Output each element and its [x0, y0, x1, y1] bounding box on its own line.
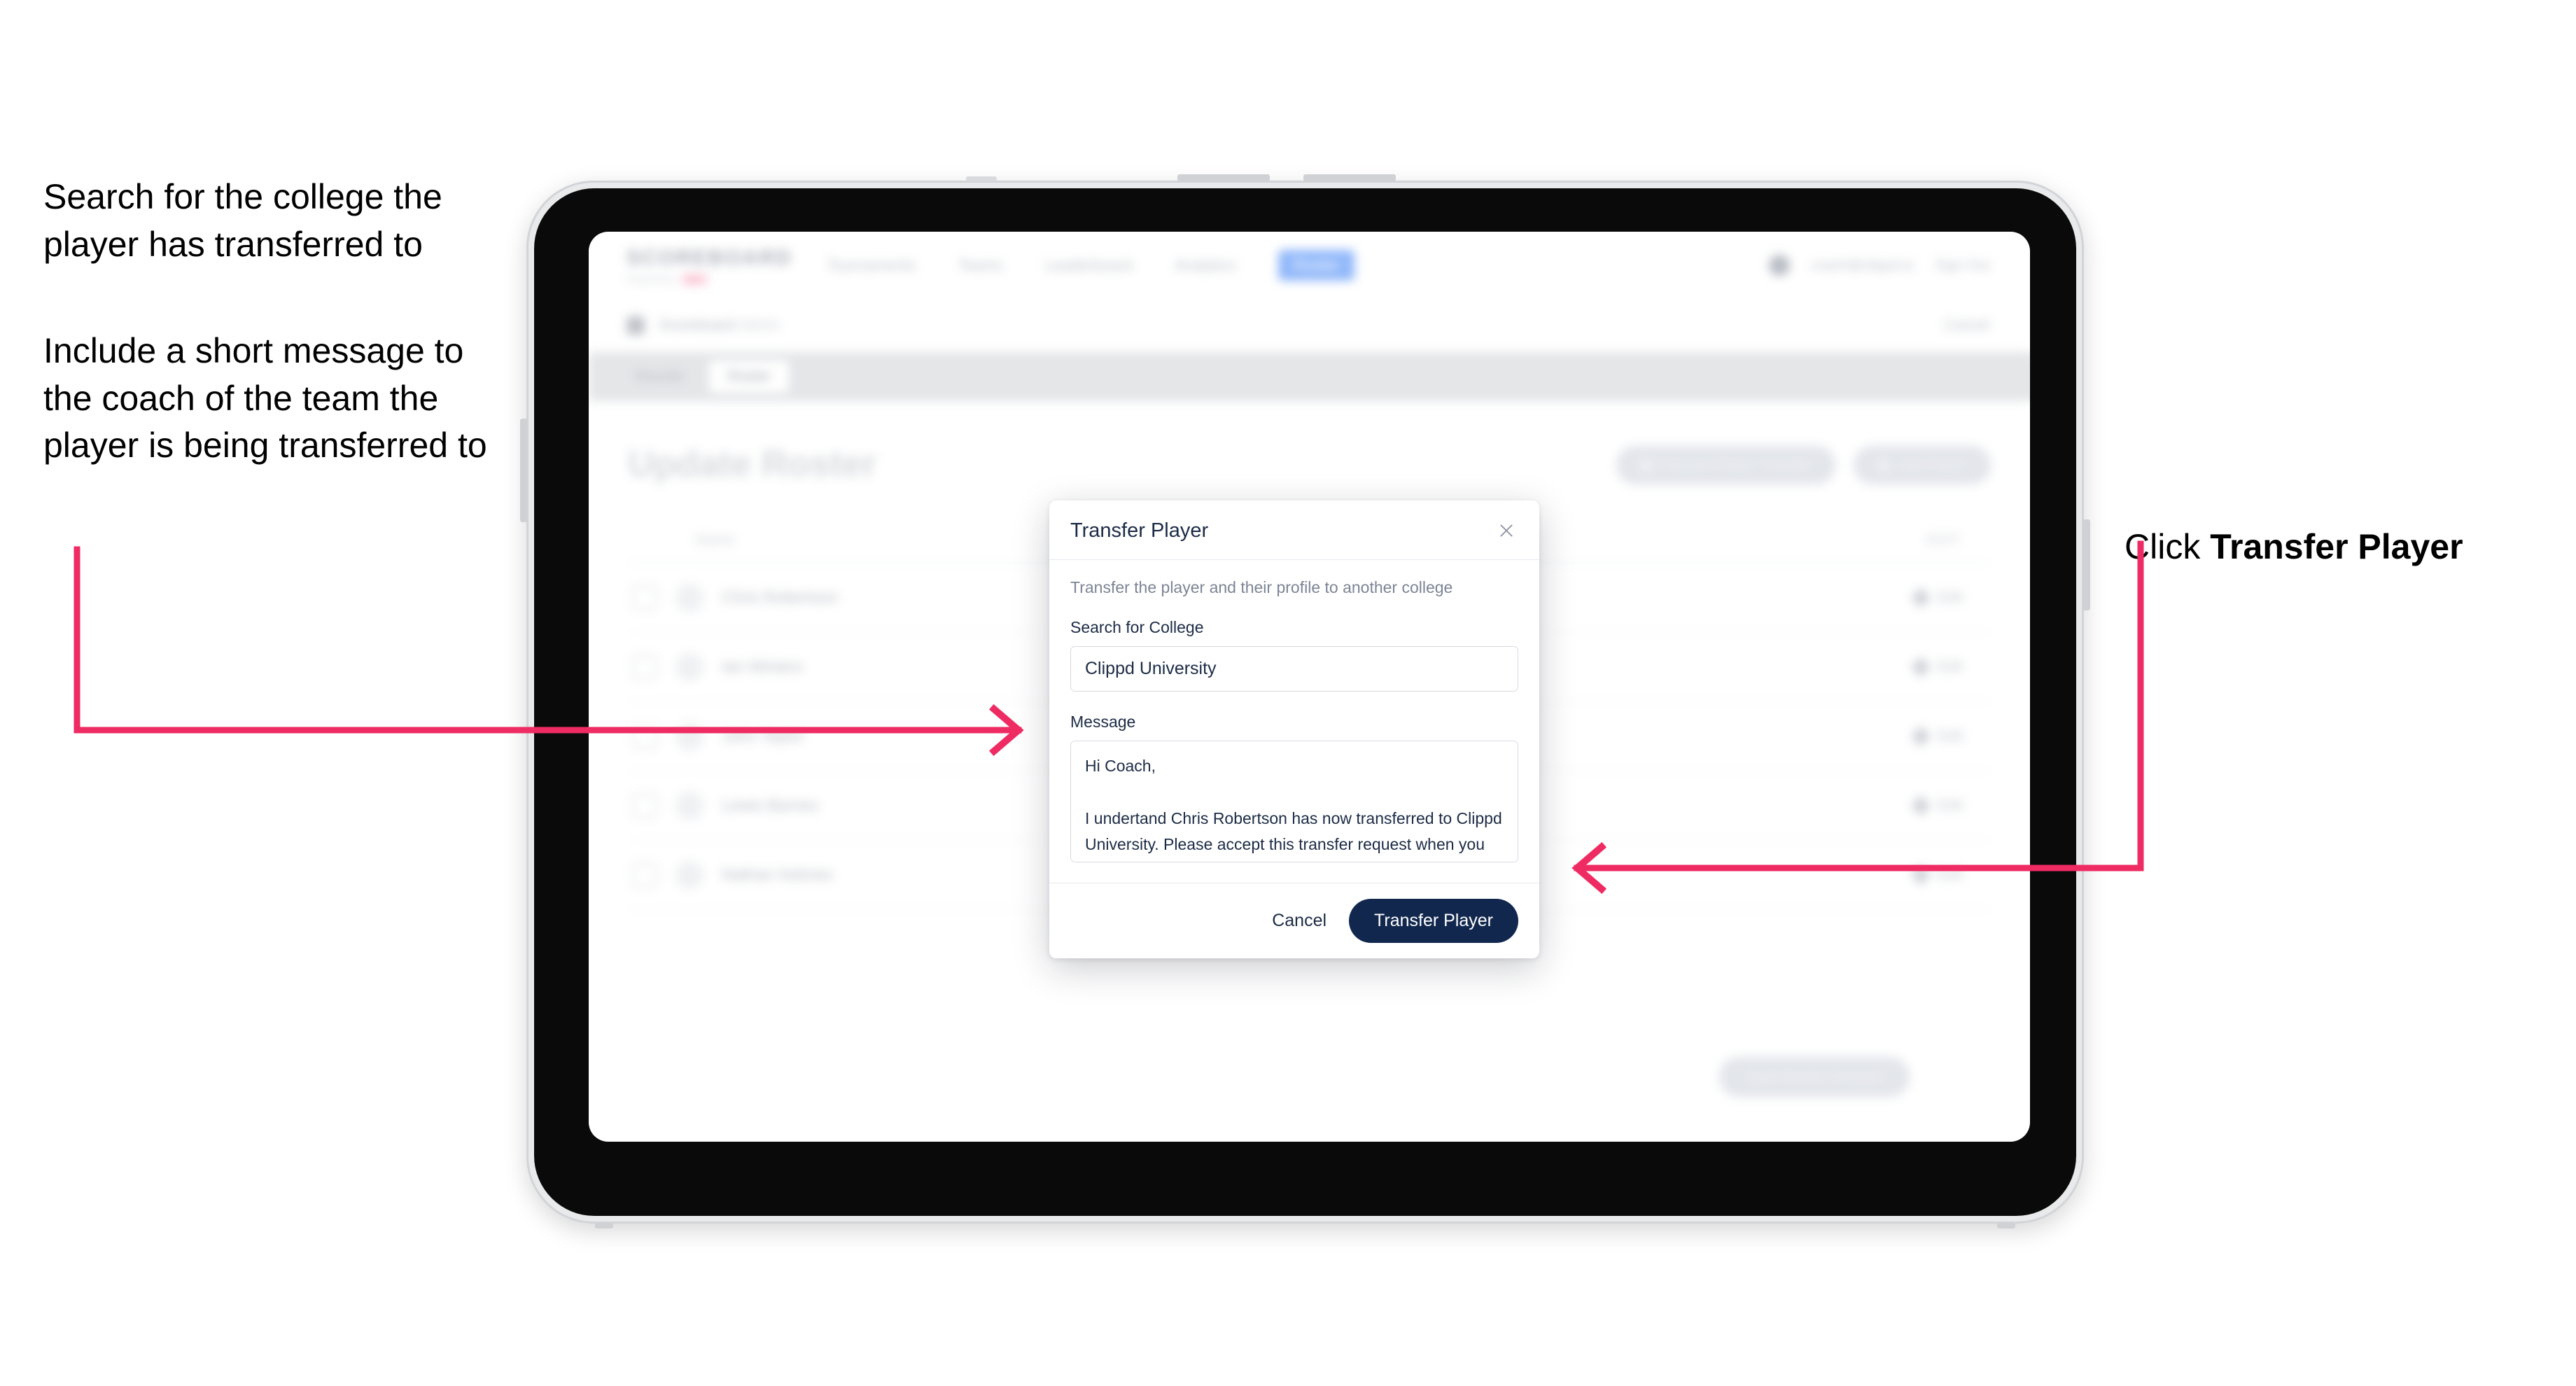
pencil-icon	[1910, 657, 1931, 677]
tablet-volume-up-button[interactable]	[1177, 174, 1270, 181]
plus-icon	[1877, 458, 1891, 472]
edit-player-button[interactable]: Edit	[1910, 864, 1963, 885]
row-checkbox[interactable]	[632, 654, 657, 680]
player-name: John Taylor	[722, 727, 804, 745]
dialog-header: Transfer Player	[1049, 500, 1539, 560]
logo-powered-by: Powered by	[626, 274, 675, 284]
breadcrumb: Scoreboard Admin	[659, 317, 780, 334]
breadcrumb-sub-label: Admin	[738, 317, 780, 333]
tablet-volume-down-button[interactable]	[1303, 174, 1396, 181]
edit-player-button[interactable]: Edit	[1910, 726, 1963, 746]
cancel-button[interactable]: Cancel	[1268, 904, 1331, 938]
nav-link-leaderboard[interactable]: Leaderboard	[1045, 256, 1133, 274]
player-name: Ian Winters	[722, 657, 804, 676]
pencil-icon	[1910, 726, 1931, 746]
add-player-label: Add Player	[1898, 457, 1967, 472]
annotation-click-prefix: Click	[2124, 526, 2211, 566]
user-email: coach@clippd.io	[1811, 257, 1914, 273]
row-checkbox[interactable]	[632, 584, 657, 610]
annotation-click-transfer: Click Transfer Player	[2124, 476, 2544, 570]
dialog-footer: Cancel Transfer Player	[1049, 883, 1539, 958]
save-roster-changes-button[interactable]: Save Roster Changes	[1719, 1057, 1910, 1097]
logo-beta-badge: beta	[680, 273, 709, 285]
annotation-search-college: Search for the college the player has tr…	[43, 177, 442, 264]
nav-links: Tournaments Teams Leaderboard Analytics …	[827, 250, 1354, 281]
close-icon[interactable]	[1494, 519, 1518, 542]
add-player-button[interactable]: Add Player	[1854, 446, 1991, 484]
tab-results[interactable]: Results	[617, 360, 702, 393]
search-college-input[interactable]	[1070, 646, 1518, 692]
nav-right-cluster: coach@clippd.io Sign Out	[1769, 255, 1989, 276]
column-header-edit: EDIT	[1926, 532, 1960, 548]
sign-out-link[interactable]: Sign Out	[1935, 258, 1989, 274]
edit-label: Edit	[1937, 658, 1963, 675]
player-name: Chris Robertson	[722, 588, 839, 606]
breadcrumb-label[interactable]: Scoreboard	[659, 317, 735, 333]
avatar	[676, 791, 704, 820]
tablet-bottom-nub-left	[595, 1223, 613, 1228]
avatar	[676, 722, 704, 750]
page-title: Update Roster	[628, 444, 877, 484]
edit-label: Edit	[1937, 866, 1963, 883]
request-player-transfer-label: Request Player Transfer	[1660, 457, 1812, 472]
dialog-subtitle: Transfer the player and their profile to…	[1070, 578, 1453, 596]
edit-player-button[interactable]: Edit	[1910, 795, 1963, 816]
breadcrumb-cancel-link[interactable]: Cancel	[1944, 317, 1989, 334]
row-checkbox[interactable]	[632, 723, 657, 749]
pencil-icon	[1910, 795, 1931, 816]
pencil-icon	[1910, 587, 1931, 608]
edit-label: Edit	[1937, 797, 1963, 813]
avatar	[676, 652, 704, 681]
message-label: Message	[1070, 713, 1136, 731]
dialog-title: Transfer Player	[1070, 519, 1209, 542]
nav-link-analytics[interactable]: Analytics	[1175, 256, 1236, 274]
dialog-body: Transfer the player and their profile to…	[1049, 560, 1539, 883]
tablet-power-button[interactable]	[520, 419, 527, 522]
request-player-transfer-button[interactable]: Request Player Transfer	[1616, 446, 1836, 484]
edit-label: Edit	[1937, 589, 1963, 606]
tablet-antenna-nub	[966, 176, 997, 181]
avatar	[676, 860, 704, 889]
transfer-player-dialog: Transfer Player Transfer the player and …	[1049, 500, 1539, 958]
row-checkbox[interactable]	[632, 792, 657, 818]
tablet-side-button[interactable]	[2083, 519, 2090, 610]
transfer-player-button[interactable]: Transfer Player	[1349, 899, 1518, 943]
annotation-include-message: Include a short message to the coach of …	[43, 331, 487, 465]
logo-text: SCOREBOARD	[626, 246, 792, 270]
breadcrumb-home-icon	[626, 316, 645, 335]
row-checkbox[interactable]	[632, 862, 657, 888]
tablet-bottom-nub-right	[1997, 1223, 2015, 1228]
player-name: Nathan Holmes	[722, 865, 833, 883]
annotation-click-target: Transfer Player	[2210, 526, 2463, 566]
tab-bar: Results Roster	[589, 352, 2030, 401]
player-name: Lewis Barnes	[722, 796, 819, 814]
avatar	[676, 583, 704, 612]
app-logo[interactable]: SCOREBOARD Powered by beta	[626, 246, 792, 285]
nav-link-tournaments[interactable]: Tournaments	[827, 256, 916, 274]
avatar[interactable]	[1769, 255, 1791, 276]
transfer-icon	[1639, 458, 1653, 472]
top-navigation-bar: SCOREBOARD Powered by beta Tournaments T…	[589, 232, 2030, 300]
logo-subtext: Powered by beta	[626, 273, 774, 285]
header-action-buttons: Request Player Transfer Add Player	[1616, 446, 1991, 484]
nav-link-roster[interactable]: Roster	[1278, 250, 1354, 281]
tab-roster[interactable]: Roster	[709, 360, 789, 393]
message-textarea[interactable]	[1070, 741, 1518, 862]
breadcrumb-bar: Scoreboard Admin Cancel	[589, 299, 2030, 354]
edit-player-button[interactable]: Edit	[1910, 657, 1963, 677]
pencil-icon	[1910, 864, 1931, 885]
edit-player-button[interactable]: Edit	[1910, 587, 1963, 608]
search-college-label: Search for College	[1070, 618, 1204, 636]
edit-label: Edit	[1937, 727, 1963, 744]
nav-link-teams[interactable]: Teams	[958, 256, 1003, 274]
